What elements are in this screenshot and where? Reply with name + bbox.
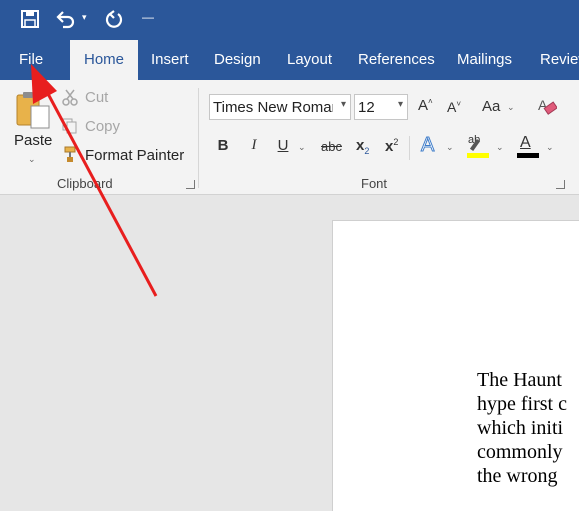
font-subgroup-divider [409, 136, 410, 160]
font-size-value: 12 [358, 99, 375, 116]
font-size-combo[interactable]: 12 ▾ [354, 94, 408, 120]
format-painter-icon [61, 145, 79, 168]
tab-review[interactable]: Review [540, 40, 579, 80]
document-line: the wrong [477, 465, 558, 487]
document-line: hype first c [477, 393, 567, 415]
document-line: which initi [477, 417, 564, 439]
font-size-dropdown-icon[interactable]: ▾ [398, 99, 403, 110]
change-case-icon[interactable]: Aa [482, 98, 500, 115]
undo-dropdown-icon[interactable]: ▾ [82, 12, 87, 34]
ribbon-tabs: File Home Insert Design Layout Reference… [0, 40, 579, 80]
text-effects-button[interactable]: A [420, 134, 435, 157]
cut-icon [61, 88, 79, 111]
cut-button[interactable]: Cut [85, 89, 108, 106]
clipboard-group-label: Clipboard [57, 176, 113, 191]
tab-layout[interactable]: Layout [287, 40, 332, 80]
document-line: commonly [477, 441, 563, 463]
font-group-label: Font [361, 176, 388, 191]
copy-button[interactable]: Copy [85, 118, 120, 135]
tab-design[interactable]: Design [214, 40, 261, 80]
underline-button[interactable]: U [276, 137, 290, 159]
grow-font-glyph: A [418, 97, 429, 114]
font-color-button[interactable]: A [516, 134, 540, 160]
bold-button[interactable]: B [215, 137, 231, 159]
paste-icon[interactable] [14, 90, 54, 135]
tab-file[interactable]: File [19, 40, 43, 80]
quick-access-toolbar: ▾ ― [0, 0, 579, 40]
paste-dropdown-icon[interactable]: ⌄ [28, 154, 36, 165]
font-name-dropdown-icon[interactable]: ▾ [341, 99, 346, 110]
font-color-dropdown-icon[interactable]: ⌄ [546, 142, 554, 153]
text-effects-dropdown-icon[interactable]: ⌄ [446, 142, 454, 153]
format-painter-button[interactable]: Format Painter [85, 147, 184, 164]
document-page[interactable]: The Haunt hype first c which initi commo… [332, 220, 579, 511]
paste-button[interactable]: Paste [14, 132, 52, 149]
redo-icon[interactable] [104, 8, 124, 30]
highlight-button[interactable]: ab [466, 134, 490, 160]
shrink-font-icon[interactable]: A˅ [447, 99, 461, 115]
font-dialog-launcher-icon[interactable] [556, 180, 565, 189]
superscript-mark: 2 [393, 137, 399, 147]
highlight-dropdown-icon[interactable]: ⌄ [496, 142, 504, 153]
italic-button[interactable]: I [248, 137, 260, 159]
subscript-mark: 2 [364, 146, 370, 156]
group-divider [198, 88, 199, 188]
tab-references[interactable]: References [358, 40, 435, 80]
tab-insert[interactable]: Insert [151, 40, 189, 80]
superscript-button[interactable]: x2 [385, 137, 398, 155]
copy-icon [61, 117, 79, 140]
text-effects-glyph: A [420, 134, 435, 157]
highlight-color-bar [467, 153, 489, 158]
document-line: The Haunt [477, 369, 562, 391]
home-ribbon: Paste ⌄ Cut Copy Format Painter Clipboar… [0, 80, 579, 195]
change-case-dropdown-icon[interactable]: ⌄ [507, 102, 515, 113]
tab-home[interactable]: Home [70, 40, 138, 80]
font-name-value: Times New Roman [213, 99, 333, 116]
save-icon[interactable] [20, 8, 40, 30]
font-color-glyph: A [520, 134, 531, 151]
clipboard-dialog-launcher-icon[interactable] [186, 180, 195, 189]
undo-icon[interactable] [54, 8, 76, 30]
font-color-bar [517, 153, 539, 158]
shrink-font-glyph: A [447, 99, 457, 115]
change-case-glyph: Aa [482, 98, 501, 115]
tab-mailings[interactable]: Mailings [457, 40, 512, 80]
font-name-combo[interactable]: Times New Roman ▾ [209, 94, 351, 120]
customize-qat-icon[interactable]: ― [142, 10, 154, 32]
subscript-button[interactable]: x2 [356, 137, 369, 156]
grow-font-icon[interactable]: A˄ [418, 97, 433, 114]
underline-dropdown-icon[interactable]: ⌄ [298, 142, 306, 153]
clear-formatting-icon[interactable]: A [537, 95, 558, 122]
document-body[interactable]: The Haunt hype first c which initi commo… [477, 368, 567, 488]
strikethrough-button[interactable]: abc [321, 139, 342, 161]
